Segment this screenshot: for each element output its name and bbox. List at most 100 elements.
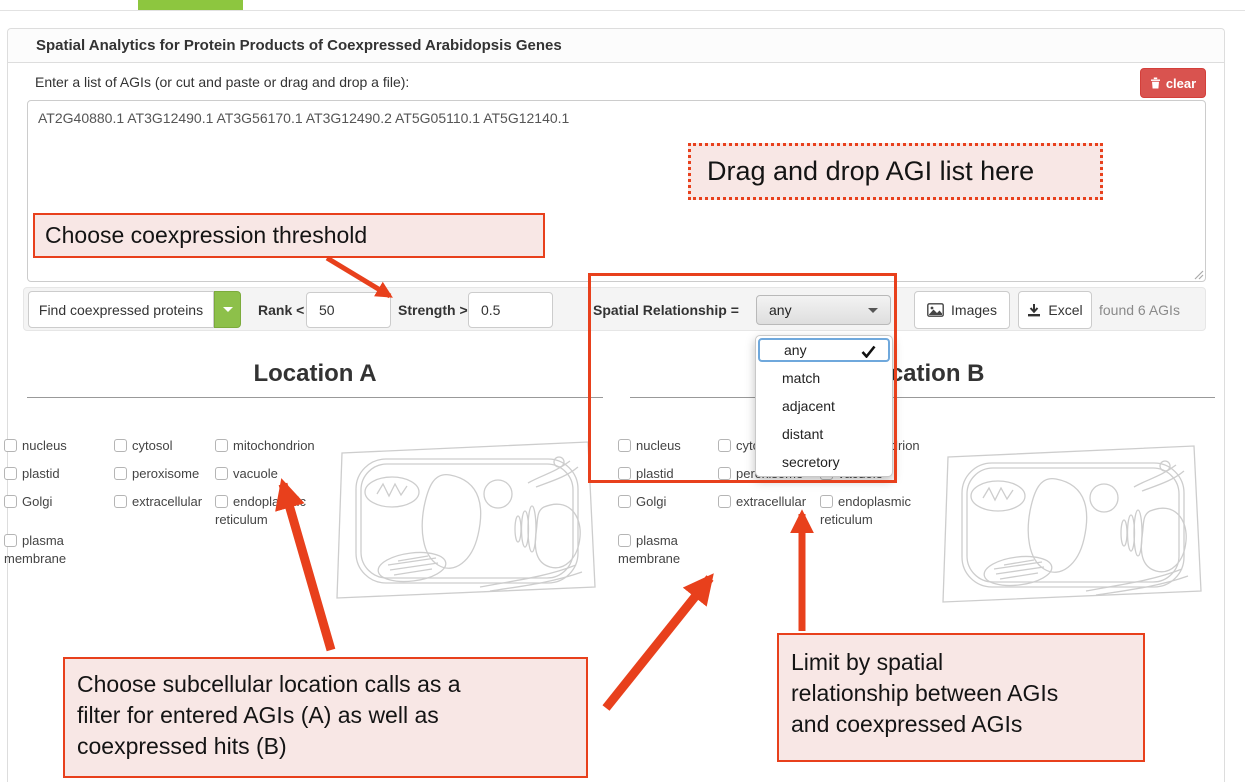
- find-coexpressed-button[interactable]: Find coexpressed proteins: [28, 291, 214, 328]
- images-button-label: Images: [951, 302, 997, 318]
- loc-b-checkbox-plasma-membrane[interactable]: plasma membrane: [618, 532, 698, 568]
- caret-down-icon: [223, 307, 233, 312]
- checkbox-label: cytosol: [132, 438, 172, 453]
- cell-diagram-b: [938, 441, 1206, 608]
- find-coexpressed-caret-button[interactable]: [214, 291, 241, 328]
- images-button[interactable]: Images: [914, 291, 1010, 329]
- cell-diagram-a: [332, 437, 600, 604]
- checkbox[interactable]: [215, 439, 228, 452]
- resize-handle-icon[interactable]: [1192, 268, 1204, 280]
- location-a-header: Location A: [27, 360, 603, 398]
- menu-option-match[interactable]: match: [756, 364, 892, 392]
- checkbox[interactable]: [4, 439, 17, 452]
- checkbox-label: nucleus: [636, 438, 681, 453]
- rank-label: Rank <: [258, 288, 304, 332]
- callout-line: Limit by spatial: [791, 647, 1131, 678]
- callout-line: Choose subcellular location calls as a: [77, 669, 574, 700]
- loc-a-checkbox-extracellular[interactable]: extracellular: [114, 493, 219, 511]
- checkbox[interactable]: [718, 439, 731, 452]
- checkbox[interactable]: [215, 495, 228, 508]
- loc-a-checkbox-plasma-membrane[interactable]: plasma membrane: [4, 532, 84, 568]
- checkbox[interactable]: [114, 467, 127, 480]
- excel-button[interactable]: Excel: [1018, 291, 1092, 329]
- checkbox[interactable]: [618, 534, 631, 547]
- callout-line: coexpressed hits (B): [77, 731, 574, 762]
- menu-option-secretory[interactable]: secretory: [756, 448, 892, 476]
- strength-label: Strength >: [398, 288, 468, 332]
- agi-input-label: Enter a list of AGIs (or cut and paste o…: [35, 74, 409, 90]
- active-tab-indicator: [138, 0, 243, 10]
- strength-input[interactable]: [468, 292, 553, 328]
- checkbox[interactable]: [114, 495, 127, 508]
- checkbox[interactable]: [4, 495, 17, 508]
- tabstrip-divider: [0, 10, 1245, 11]
- callout-coexpression-threshold: Choose coexpression threshold: [33, 213, 545, 258]
- clear-button-label: clear: [1166, 76, 1196, 91]
- image-icon: [927, 303, 944, 317]
- checkbox-label: extracellular: [132, 494, 202, 509]
- checkbox[interactable]: [618, 495, 631, 508]
- checkbox-label: vacuole: [233, 466, 278, 481]
- checkbox-label: peroxisome: [132, 466, 199, 481]
- clear-button[interactable]: clear: [1140, 68, 1206, 98]
- check-icon: [861, 345, 876, 358]
- checkbox[interactable]: [4, 534, 17, 547]
- rank-input[interactable]: [306, 292, 391, 328]
- spatial-relationship-label: Spatial Relationship =: [593, 288, 739, 332]
- callout-line: filter for entered AGIs (A) as well as: [77, 700, 574, 731]
- checkbox[interactable]: [114, 439, 127, 452]
- location-b-header: Location B: [630, 360, 1215, 398]
- checkbox-label: Golgi: [636, 494, 666, 509]
- loc-a-checkbox-plastid[interactable]: plastid: [4, 465, 99, 483]
- loc-a-checkbox-endoplasmic-reticulum[interactable]: endoplasmic reticulum: [215, 493, 333, 529]
- page-title: Spatial Analytics for Protein Products o…: [36, 37, 562, 54]
- callout-spatial-limit: Limit by spatial relationship between AG…: [777, 633, 1145, 762]
- checkbox[interactable]: [618, 467, 631, 480]
- loc-b-checkbox-nucleus[interactable]: nucleus: [618, 437, 713, 455]
- found-agis-text: found 6 AGIs: [1099, 288, 1180, 332]
- loc-a-checkbox-nucleus[interactable]: nucleus: [4, 437, 99, 455]
- trash-icon: [1150, 77, 1161, 89]
- checkbox[interactable]: [618, 439, 631, 452]
- spatial-relationship-value: any: [769, 302, 868, 318]
- loc-b-checkbox-golgi[interactable]: Golgi: [618, 493, 713, 511]
- caret-down-icon: [868, 308, 878, 313]
- download-icon: [1027, 303, 1041, 317]
- loc-a-checkbox-vacuole[interactable]: vacuole: [215, 465, 335, 483]
- loc-b-checkbox-plastid[interactable]: plastid: [618, 465, 713, 483]
- location-b-title: Location B: [630, 360, 1215, 388]
- spatial-relationship-menu: any match adjacent distant secretory: [755, 335, 893, 477]
- checkbox-label: nucleus: [22, 438, 67, 453]
- menu-option-distant[interactable]: distant: [756, 420, 892, 448]
- callout-line: relationship between AGIs: [791, 678, 1131, 709]
- checkbox-label: endoplasmic reticulum: [215, 494, 306, 527]
- toolbar: Find coexpressed proteins Rank < Strengt…: [23, 287, 1206, 331]
- callout-drag-drop: Drag and drop AGI list here: [688, 143, 1103, 200]
- loc-a-checkbox-peroxisome[interactable]: peroxisome: [114, 465, 219, 483]
- page-root: Spatial Analytics for Protein Products o…: [0, 0, 1245, 782]
- checkbox[interactable]: [215, 467, 228, 480]
- checkbox-label: extracellular: [736, 494, 806, 509]
- excel-button-label: Excel: [1048, 302, 1082, 318]
- menu-option-label: any: [784, 342, 807, 358]
- loc-a-checkbox-mitochondrion[interactable]: mitochondrion: [215, 437, 335, 455]
- location-a-title: Location A: [27, 360, 603, 388]
- checkbox-label: mitochondrion: [233, 438, 315, 453]
- loc-a-checkbox-golgi[interactable]: Golgi: [4, 493, 99, 511]
- spatial-relationship-select[interactable]: any: [756, 295, 891, 325]
- checkbox-label: Golgi: [22, 494, 52, 509]
- loc-b-checkbox-extracellular[interactable]: extracellular: [718, 493, 823, 511]
- checkbox[interactable]: [4, 467, 17, 480]
- menu-option-adjacent[interactable]: adjacent: [756, 392, 892, 420]
- checkbox[interactable]: [718, 467, 731, 480]
- checkbox-label: plastid: [22, 466, 60, 481]
- checkbox[interactable]: [718, 495, 731, 508]
- loc-a-checkbox-cytosol[interactable]: cytosol: [114, 437, 219, 455]
- panel-header: Spatial Analytics for Protein Products o…: [8, 29, 1224, 63]
- menu-option-any[interactable]: any: [758, 338, 890, 362]
- checkbox-label: endoplasmic reticulum: [820, 494, 911, 527]
- loc-b-checkbox-endoplasmic-reticulum[interactable]: endoplasmic reticulum: [820, 493, 938, 529]
- location-b-divider: [630, 397, 1215, 398]
- callout-location-filter: Choose subcellular location calls as a f…: [63, 657, 588, 778]
- checkbox[interactable]: [820, 495, 833, 508]
